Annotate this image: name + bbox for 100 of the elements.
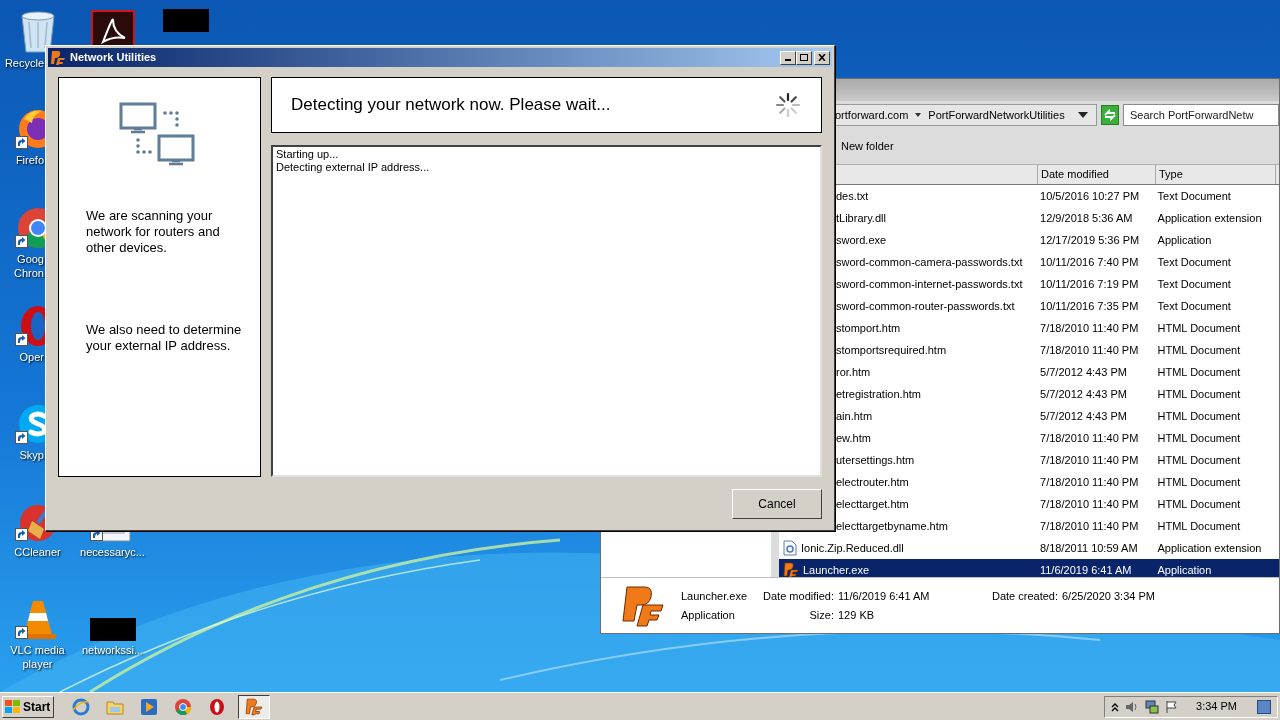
- file-date: 7/18/2010 11:40 PM: [1039, 518, 1140, 534]
- details-label: Date created:: [990, 588, 1058, 604]
- file-type: HTML Document: [1156, 408, 1242, 424]
- file-name: Ionic.Zip.Reduced.dll: [801, 540, 904, 556]
- network-icon[interactable]: [1145, 699, 1159, 714]
- file-date: 11/6/2019 6:41 AM: [1038, 562, 1133, 578]
- redaction-block: [89, 618, 136, 641]
- details-value: 11/6/2019 6:41 AM: [838, 588, 931, 604]
- file-name: utersettings.htm: [836, 452, 915, 468]
- chevron-icon: [914, 112, 923, 118]
- taskbar-app-button[interactable]: [238, 694, 270, 719]
- desktop-icon-label[interactable]: CCleaner: [14, 545, 61, 559]
- close-icon: [818, 54, 826, 61]
- opera-icon: [208, 697, 226, 716]
- file-name: sword-common-internet-passwords.txt: [836, 276, 1023, 292]
- start-button[interactable]: Start: [2, 695, 54, 718]
- app-logo-icon: [245, 697, 263, 716]
- file-date: 12/17/2019 5:36 PM: [1039, 232, 1141, 248]
- shortcut-arrow-icon: [14, 136, 28, 149]
- close-button[interactable]: [814, 50, 830, 65]
- file-type: Application: [1156, 562, 1213, 578]
- desktop-icon-label[interactable]: Firefo: [0, 153, 44, 167]
- desktop-icon-label[interactable]: Oper: [0, 350, 44, 364]
- file-type: HTML Document: [1156, 474, 1242, 490]
- app-logo-icon: [783, 562, 799, 578]
- search-field[interactable]: Search PortForwardNetw: [1123, 104, 1279, 126]
- file-type: HTML Document: [1156, 496, 1242, 512]
- desktop-icon-label[interactable]: necessaryc...: [80, 545, 145, 559]
- details-label: Size:: [808, 608, 834, 623]
- details-value: 129 KB: [838, 608, 875, 623]
- file-date: 7/18/2010 11:40 PM: [1039, 430, 1140, 446]
- address-bar[interactable]: ortforward.com PortForwardNetworkUtilities: [835, 104, 1097, 126]
- clock[interactable]: 3:34 PM: [1196, 698, 1237, 715]
- file-date: 7/18/2010 11:40 PM: [1039, 342, 1140, 358]
- new-folder-button[interactable]: New folder: [837, 136, 898, 157]
- column-header[interactable]: Type: [1156, 165, 1276, 184]
- file-row[interactable]: Ionic.Zip.Reduced.dll 8/18/2011 10:59 AM Application extension: [779, 537, 1279, 559]
- file-type: HTML Document: [1156, 320, 1242, 336]
- file-date: 7/18/2010 11:40 PM: [1039, 496, 1140, 512]
- redaction-block: [162, 9, 209, 32]
- file-type: Text Document: [1156, 254, 1232, 270]
- status-heading: Detecting your network now. Please wait...: [291, 94, 612, 117]
- folder-icon: [106, 698, 124, 715]
- file-type: Application extension: [1156, 210, 1263, 226]
- file-type: Text Document: [1156, 276, 1232, 292]
- address-segment[interactable]: ortforward.com: [835, 106, 909, 124]
- file-date: 10/11/2016 7:19 PM: [1039, 276, 1140, 292]
- details-value: 6/25/2020 3:34 PM: [1062, 588, 1155, 604]
- info-text: We are scanning your network for routers and other devices.: [86, 208, 221, 256]
- address-segment[interactable]: PortForwardNetworkUtilities: [928, 106, 1065, 124]
- file-date: 7/18/2010 11:40 PM: [1039, 474, 1140, 490]
- network-computers-icon: [119, 102, 197, 168]
- browser-icon: [72, 697, 90, 716]
- file-type: HTML Document: [1156, 430, 1242, 446]
- app-logo-icon: [50, 49, 66, 66]
- file-gear-icon: [783, 540, 797, 556]
- file-date: 10/5/2016 10:27 PM: [1039, 188, 1141, 204]
- flag-icon[interactable]: [1165, 699, 1179, 714]
- file-type: HTML Document: [1156, 364, 1242, 380]
- file-type: Text Document: [1156, 188, 1232, 204]
- file-name: Launcher.exe: [803, 562, 870, 578]
- shortcut-arrow-icon: [14, 528, 28, 541]
- speaker-icon[interactable]: [1125, 699, 1139, 714]
- details-label: Date modified:: [762, 588, 834, 604]
- file-name: sword-common-camera-passwords.txt: [836, 254, 1023, 270]
- file-name: tLibrary.dll: [836, 210, 886, 226]
- desktop-icon-label[interactable]: Skyp: [0, 448, 44, 462]
- file-type: HTML Document: [1156, 452, 1242, 468]
- file-name: sword-common-router-passwords.txt: [836, 298, 1015, 314]
- file-date: 7/18/2010 11:40 PM: [1039, 452, 1140, 468]
- loading-spinner-icon: [775, 92, 801, 118]
- file-type: HTML Document: [1156, 518, 1242, 534]
- windows-logo-icon: [5, 699, 21, 714]
- log-line: Starting up...: [276, 148, 340, 161]
- show-desktop-button[interactable]: [1257, 699, 1271, 714]
- desktop-icon-label[interactable]: Goog Chron: [0, 252, 44, 280]
- shortcut-arrow-icon: [14, 235, 28, 248]
- info-text: We also need to determine your external IP address.: [86, 322, 243, 354]
- shortcut-arrow-icon: [14, 431, 28, 444]
- cancel-button[interactable]: Cancel: [732, 489, 822, 519]
- file-type: HTML Document: [1156, 342, 1242, 358]
- file-date: 10/11/2016 7:35 PM: [1039, 298, 1140, 314]
- desktop-icon-label[interactable]: Recycle: [0, 56, 44, 70]
- file-date: 5/7/2012 4:43 PM: [1039, 364, 1128, 380]
- app-logo-icon: [621, 584, 665, 627]
- file-name: etregistration.htm: [836, 386, 921, 402]
- refresh-icon: [1102, 109, 1117, 121]
- column-header[interactable]: Date modified: [1038, 165, 1156, 184]
- file-name: des.txt: [836, 188, 869, 204]
- file-name: ew.htm: [836, 430, 871, 446]
- file-name: electtarget.htm: [836, 496, 909, 512]
- file-date: 5/7/2012 4:43 PM: [1039, 386, 1128, 402]
- dropdown-icon[interactable]: [1077, 112, 1088, 118]
- minimize-button[interactable]: [780, 50, 796, 65]
- file-type: Application: [1156, 232, 1213, 248]
- chevron-up-icon[interactable]: [1111, 701, 1119, 712]
- maximize-button[interactable]: [796, 50, 812, 65]
- dialog-title: Network Utilities: [70, 50, 157, 66]
- refresh-button[interactable]: [1100, 105, 1119, 125]
- file-name: electrouter.htm: [836, 474, 909, 490]
